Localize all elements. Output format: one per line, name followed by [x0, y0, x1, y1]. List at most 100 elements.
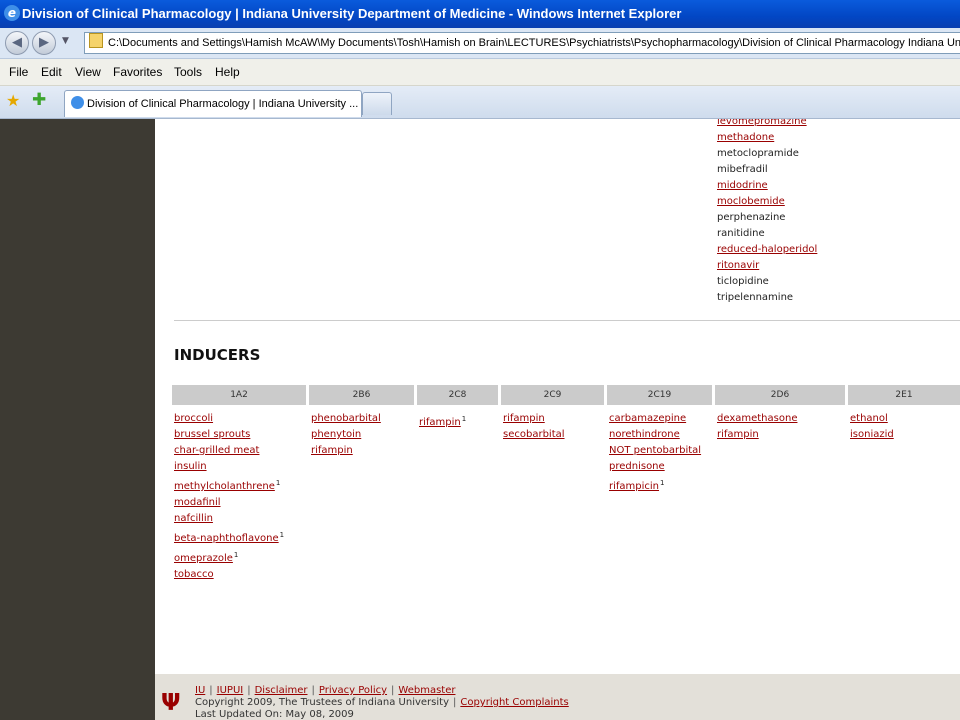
new-tab-button[interactable]: [362, 92, 392, 115]
window-title: Division of Clinical Pharmacology | Indi…: [22, 6, 682, 21]
list-item: tripelennamine: [717, 290, 817, 306]
menu-favorites[interactable]: Favorites: [113, 65, 162, 79]
drug-link[interactable]: prednisone: [609, 461, 665, 472]
menu-tools[interactable]: Tools: [174, 65, 202, 79]
drug-link[interactable]: dexamethasone: [717, 413, 797, 424]
drug-link[interactable]: tobacco: [174, 569, 214, 580]
address-toolbar: ◀ ▶ ▼ C:\Documents and Settings\Hamish M…: [0, 28, 960, 59]
inducers-heading: INDUCERS: [174, 346, 261, 364]
inducer-column: rifampin1: [419, 411, 466, 431]
list-item: levomepromazine: [717, 119, 817, 130]
drug-link[interactable]: rifampin: [419, 417, 461, 428]
list-item: NOT pentobarbital: [609, 443, 701, 459]
drug-link[interactable]: rifampin: [717, 429, 759, 440]
inducer-column: dexamethasone rifampin: [717, 411, 797, 443]
menu-edit[interactable]: Edit: [41, 65, 62, 79]
drug-link[interactable]: ethanol: [850, 413, 888, 424]
list-item: moclobemide: [717, 194, 817, 210]
list-item: dexamethasone: [717, 411, 797, 427]
column-header: 2C8: [417, 385, 498, 405]
drug-link[interactable]: phenytoin: [311, 429, 361, 440]
list-item: rifampin: [717, 427, 797, 443]
address-input[interactable]: C:\Documents and Settings\Hamish McAW\My…: [84, 32, 960, 54]
list-item: modafinil: [174, 495, 284, 511]
footer-link-iupui[interactable]: IUPUI: [217, 685, 244, 696]
ie-tab-icon: [71, 96, 84, 109]
list-item: norethindrone: [609, 427, 701, 443]
tab-label: Division of Clinical Pharmacology | Indi…: [87, 98, 359, 110]
list-item: methadone: [717, 130, 817, 146]
footer: Ψ IU | IUPUI | Disclaimer | Privacy Policy | Web…: [155, 674, 960, 720]
footer-links: IU | IUPUI | Disclaimer | Privacy Policy | Webma…: [195, 685, 456, 696]
drug-text: metoclopramide: [717, 148, 799, 159]
list-item: rifampin: [311, 443, 381, 459]
column-header: 2D6: [715, 385, 845, 405]
forward-button[interactable]: ▶: [32, 31, 56, 55]
window-titlebar: e Division of Clinical Pharmacology | In…: [0, 0, 960, 28]
menu-view[interactable]: View: [75, 65, 101, 79]
last-updated: Last Updated On: May 08, 2009: [195, 709, 354, 720]
drug-link[interactable]: norethindrone: [609, 429, 680, 440]
footer-link-privacy[interactable]: Privacy Policy: [319, 685, 387, 696]
list-item: phenobarbital: [311, 411, 381, 427]
list-item: methylcholanthrene1: [174, 475, 284, 495]
footnote-marker: 1: [279, 531, 285, 539]
list-item: broccoli: [174, 411, 284, 427]
drug-link[interactable]: methadone: [717, 132, 774, 143]
drug-link[interactable]: beta-naphthoflavone: [174, 533, 279, 544]
drug-link[interactable]: broccoli: [174, 413, 213, 424]
footer-copyright-line: Copyright 2009, The Trustees of Indiana …: [195, 697, 569, 708]
history-dropdown-icon[interactable]: ▼: [62, 36, 69, 46]
list-item: ticlopidine: [717, 274, 817, 290]
footnote-marker: 1: [461, 415, 467, 423]
copyright-text: Copyright 2009, The Trustees of Indiana …: [195, 697, 449, 708]
add-favorites-icon[interactable]: ✚: [32, 90, 46, 110]
drug-text: perphenazine: [717, 212, 786, 223]
drug-link[interactable]: NOT pentobarbital: [609, 445, 701, 456]
footer-link-iu[interactable]: IU: [195, 685, 205, 696]
drug-link[interactable]: rifampin: [503, 413, 545, 424]
list-item: midodrine: [717, 178, 817, 194]
list-item: carbamazepine: [609, 411, 701, 427]
favorites-star-icon[interactable]: ★: [6, 91, 20, 110]
menu-help[interactable]: Help: [215, 65, 240, 79]
drug-link[interactable]: modafinil: [174, 497, 221, 508]
footer-link-webmaster[interactable]: Webmaster: [398, 685, 455, 696]
column-header: 2B6: [309, 385, 414, 405]
drug-link[interactable]: isoniazid: [850, 429, 894, 440]
footnote-marker: 1: [660, 479, 665, 487]
drug-text: tripelennamine: [717, 292, 794, 303]
menu-file[interactable]: File: [9, 65, 28, 79]
drug-link[interactable]: secobarbital: [503, 429, 565, 440]
list-item: brussel sprouts: [174, 427, 284, 443]
copyright-complaints-link[interactable]: Copyright Complaints: [460, 697, 568, 708]
column-header: 2C9: [501, 385, 604, 405]
drug-link[interactable]: carbamazepine: [609, 413, 686, 424]
drug-link[interactable]: moclobemide: [717, 196, 785, 207]
back-button[interactable]: ◀: [5, 31, 29, 55]
drug-link[interactable]: nafcillin: [174, 513, 213, 524]
list-item: metoclopramide: [717, 146, 817, 162]
drug-link[interactable]: reduced-haloperidol: [717, 244, 817, 255]
drug-link[interactable]: midodrine: [717, 180, 768, 191]
drug-link[interactable]: brussel sprouts: [174, 429, 250, 440]
drug-link[interactable]: methylcholanthrene: [174, 481, 275, 492]
drug-link[interactable]: levomepromazine: [717, 119, 807, 127]
list-item: tobacco: [174, 567, 284, 583]
divider: [174, 320, 960, 321]
ie-logo-icon: e: [4, 5, 20, 21]
drug-link[interactable]: rifampicin: [609, 481, 659, 492]
tab-clinical-pharmacology[interactable]: Division of Clinical Pharmacology | Indi…: [64, 90, 362, 117]
list-item: perphenazine: [717, 210, 817, 226]
inducer-column: carbamazepine norethindrone NOT pentobarbi…: [609, 411, 701, 495]
list-item: ethanol: [850, 411, 894, 427]
drug-link[interactable]: ritonavir: [717, 260, 759, 271]
inducer-column: broccoli brussel sprouts char-grilled meat…: [174, 411, 284, 583]
drug-link[interactable]: omeprazole: [174, 553, 233, 564]
drug-link[interactable]: phenobarbital: [311, 413, 381, 424]
drug-link[interactable]: char-grilled meat: [174, 445, 259, 456]
footer-link-disclaimer[interactable]: Disclaimer: [255, 685, 308, 696]
footnote-marker: 1: [275, 479, 281, 487]
drug-link[interactable]: rifampin: [311, 445, 353, 456]
drug-link[interactable]: insulin: [174, 461, 207, 472]
